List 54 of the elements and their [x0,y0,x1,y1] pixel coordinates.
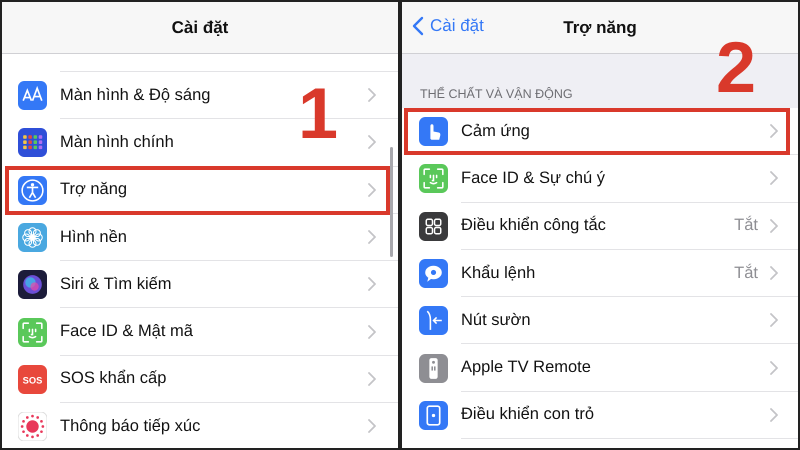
settings-row[interactable]: Siri & Tìm kiếm [2,261,398,308]
settings-row[interactable]: Điều khiển con trỏ [402,392,798,440]
row-label: Hình nền [60,228,128,247]
screen-title: Cài đặt [172,18,228,38]
row-label: Màn hình & Độ sáng [60,86,212,105]
row-label: Face ID & Mật mã [60,322,194,342]
row-label: Khẩu lệnh [461,264,536,283]
row-label: Màn hình chính [60,132,175,152]
settings-row[interactable]: SOS SOS khẩn cấp [2,356,398,404]
back-label: Cài đặt [430,16,484,36]
section-header: THỂ CHẤT VÀ VẬN ĐỘNG [420,87,573,101]
chevron-icon [368,324,376,339]
chevron-icon [770,313,778,328]
back-chevron-icon [412,16,424,36]
row-label: Apple TV Remote [461,358,592,378]
settings-row[interactable]: Trợ năng [2,166,398,214]
step-number: 1 [298,78,338,150]
settings-row[interactable]: Nút sườn [402,297,798,344]
row-value: Tắt [734,216,758,236]
row-label: Face ID & Sự chú ý [461,168,606,188]
row-label: SOS khẩn cấp [60,369,168,388]
chevron-icon [770,408,778,422]
chevron-icon [368,277,376,292]
chevron-icon [368,88,376,102]
row-label: Điều khiển con trỏ [461,405,595,424]
chevron-icon [368,135,376,150]
settings-row[interactable]: Face ID & Sự chú ý [402,155,798,203]
chevron-icon [770,266,778,280]
settings-row[interactable]: Apple TV Remote [402,344,798,392]
settings-row[interactable]: Thông báo tiếp xúc [2,403,398,448]
row-value: Tắt [734,264,758,283]
chevron-icon [770,171,778,186]
back-button[interactable]: Cài đặt [412,16,484,36]
row-label: Nút sườn [461,310,532,330]
chevron-icon [770,218,778,233]
row-label: Thông báo tiếp xúc [60,416,202,436]
chevron-icon [368,230,376,244]
settings-row[interactable]: Cảm ứng [402,108,798,156]
step-number: 2 [716,32,756,104]
row-label: Siri & Tìm kiếm [60,274,173,294]
chevron-icon [770,124,778,138]
settings-row[interactable]: Điều khiển công tắc Tắt [402,202,798,250]
settings-row[interactable]: Khẩu lệnh Tắt [402,250,798,298]
chevron-icon [368,372,376,386]
row-label: Cảm ứng [461,122,531,141]
chevron-icon [368,419,376,434]
chevron-icon [368,182,376,197]
settings-row[interactable]: Face ID & Mật mã [2,308,398,356]
row-label: Trợ năng [60,180,128,200]
settings-row[interactable]: Hình nền [2,214,398,262]
chevron-icon [770,360,778,375]
row-label: Điều khiển công tắc [461,216,607,236]
screen-title: Trợ năng [563,18,637,38]
sos-icon: SOS [18,364,47,394]
